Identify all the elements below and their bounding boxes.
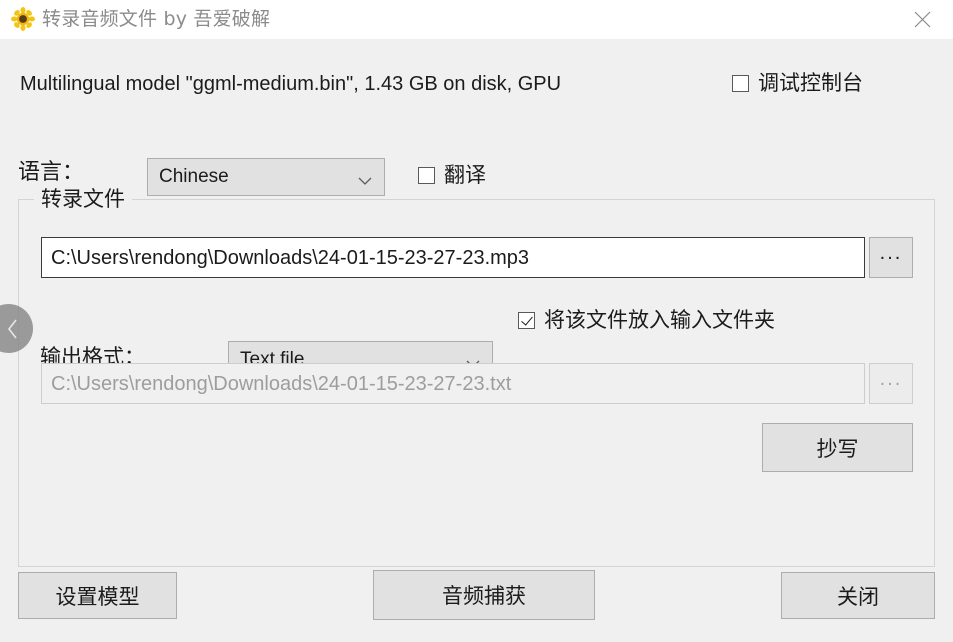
model-info-label: Multilingual model "ggml-medium.bin", 1.… xyxy=(20,73,562,95)
put-in-input-folder-checkbox[interactable]: 将该文件放入输入文件夹 xyxy=(518,308,775,332)
debug-console-checkbox[interactable]: 调试控制台 xyxy=(732,71,863,95)
checkbox-box xyxy=(732,74,749,92)
language-selected-value: Chinese xyxy=(159,166,229,187)
set-model-button[interactable]: 设置模型 xyxy=(18,572,177,619)
close-icon[interactable] xyxy=(891,0,953,38)
language-label: 语言： xyxy=(18,160,85,185)
debug-console-label: 调试控制台 xyxy=(758,71,863,95)
translate-label: 翻译 xyxy=(444,163,486,187)
window-title: 转录音频文件 by 吾爱破解 xyxy=(42,8,271,30)
transcribe-file-group-title: 转录文件 xyxy=(34,186,132,212)
chevron-left-icon xyxy=(0,319,19,339)
transcribe-button[interactable]: 抄写 xyxy=(762,423,913,472)
close-button[interactable]: 关闭 xyxy=(781,572,935,619)
audio-capture-button[interactable]: 音频捕获 xyxy=(373,570,595,620)
translate-checkbox[interactable]: 翻译 xyxy=(418,163,486,187)
chevron-down-icon xyxy=(358,173,372,185)
output-file-field: C:\Users\rendong\Downloads\24-01-15-23-2… xyxy=(41,363,865,404)
title-bar: 转录音频文件 by 吾爱破解 xyxy=(0,0,953,39)
input-file-field[interactable]: C:\Users\rendong\Downloads\24-01-15-23-2… xyxy=(41,237,865,278)
sunflower-icon xyxy=(11,7,35,32)
ellipsis-icon: ... xyxy=(879,241,903,264)
client-area: Multilingual model "ggml-medium.bin", 1.… xyxy=(0,39,953,642)
input-browse-button[interactable]: ... xyxy=(869,237,913,278)
language-select[interactable]: Chinese xyxy=(147,158,385,196)
checkbox-box xyxy=(418,166,435,184)
ellipsis-icon: ... xyxy=(879,367,903,390)
put-in-input-folder-label: 将该文件放入输入文件夹 xyxy=(544,308,775,332)
checkbox-box xyxy=(518,311,535,329)
output-browse-button: ... xyxy=(869,363,913,404)
app-window: 转录音频文件 by 吾爱破解 Multilingual model "ggml-… xyxy=(0,0,953,642)
